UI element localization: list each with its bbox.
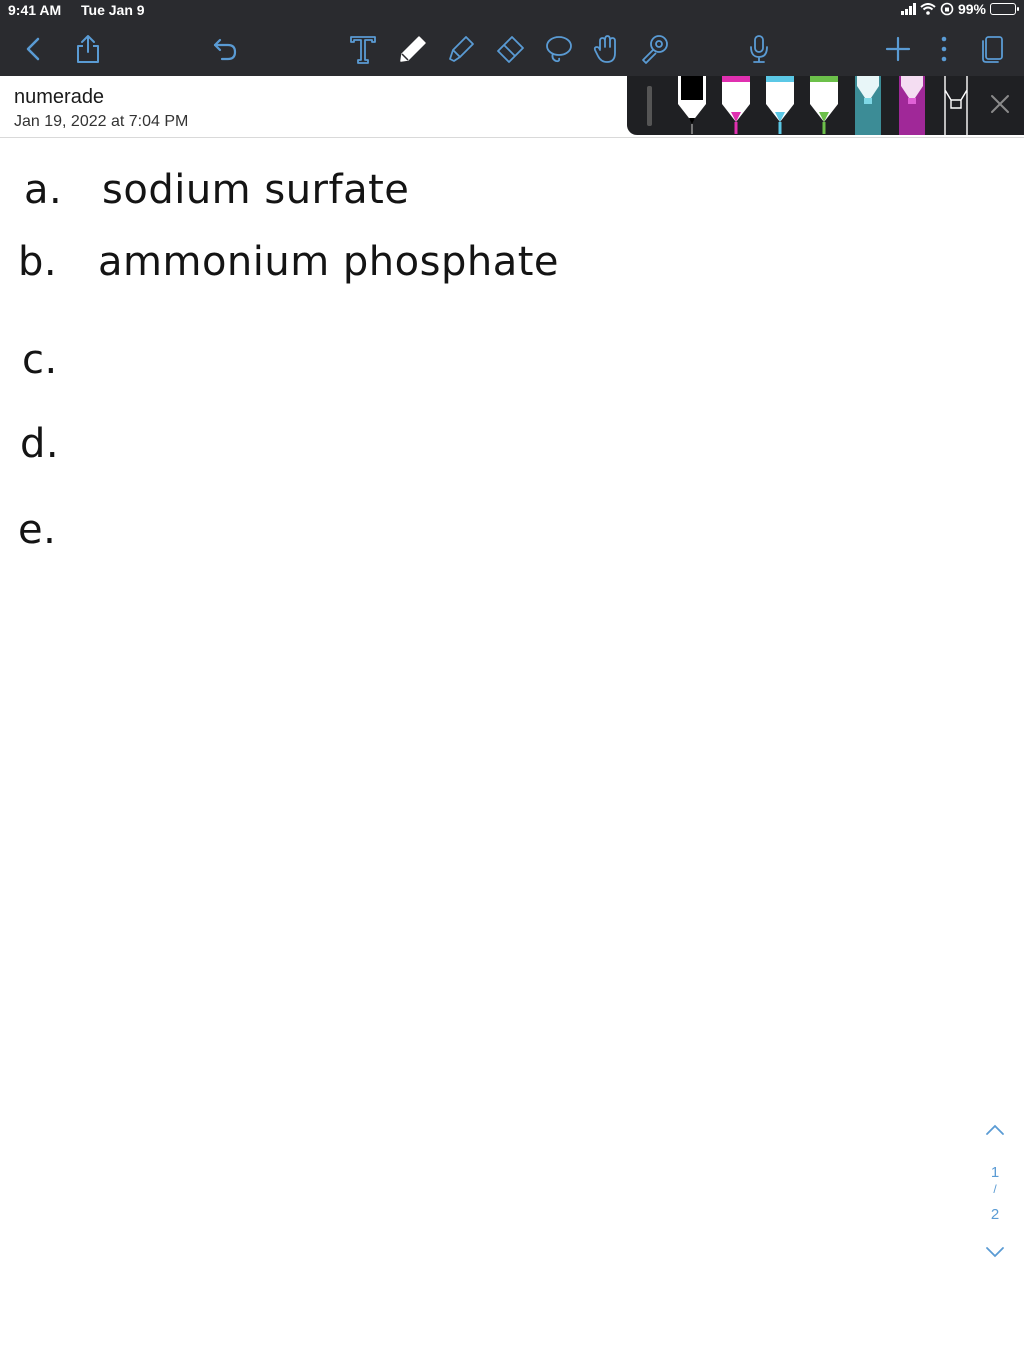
purple-highlighter[interactable]: [897, 76, 927, 140]
sky-pen[interactable]: [763, 76, 797, 139]
microphone-button[interactable]: [744, 30, 774, 68]
note-line-b: b. ammonium phosphate: [18, 239, 559, 285]
note-line-d: d.: [20, 421, 59, 467]
previous-page-button[interactable]: [983, 1120, 1007, 1144]
note-line-e: e.: [18, 507, 56, 553]
back-button[interactable]: [18, 30, 48, 68]
pages-button[interactable]: [976, 30, 1008, 68]
note-label: b.: [18, 239, 58, 285]
chevron-up-icon: [986, 1124, 1004, 1135]
close-palette-button[interactable]: [989, 93, 1011, 120]
note-label: d.: [20, 421, 60, 467]
text-tool-button[interactable]: [346, 30, 380, 68]
share-button[interactable]: [72, 30, 104, 68]
signal-icon: [900, 3, 916, 15]
note-line-c: c.: [22, 337, 58, 383]
next-page-button[interactable]: [983, 1242, 1007, 1266]
note-canvas[interactable]: a. sodium surfate b. ammonium phosphate c.…: [0, 139, 1024, 1364]
note-label: a.: [24, 167, 63, 213]
hand-tool-button[interactable]: [590, 30, 624, 68]
undo-icon: [213, 38, 237, 61]
battery-percent: 99%: [957, 1, 986, 17]
hand-tool-icon: [593, 35, 616, 63]
status-date: Tue Jan 9: [81, 2, 145, 18]
highlighter-tool-button[interactable]: [444, 30, 478, 68]
highlighter-icon: [449, 36, 474, 62]
magenta-pen[interactable]: [719, 76, 753, 139]
note-line-a: a. sodium surfate: [24, 167, 409, 213]
teal-highlighter[interactable]: [853, 76, 883, 140]
lasso-tool-button[interactable]: [542, 30, 576, 68]
add-page-button[interactable]: [882, 30, 914, 68]
goodnotes-app: 9:41 AM Tue Jan 9 99% numerade Jan 19, 2…: [0, 0, 1024, 1364]
page-separator: /: [993, 1182, 997, 1196]
more-icon: [941, 36, 947, 62]
note-text: sodium surfate: [102, 167, 410, 213]
battery-icon: [990, 3, 1019, 15]
status-time: 9:41 AM: [8, 2, 62, 18]
pages-icon: [982, 36, 1003, 63]
chevron-down-icon: [986, 1247, 1004, 1258]
share-icon: [77, 35, 99, 63]
note-label: c.: [22, 337, 58, 383]
undo-button[interactable]: [208, 30, 242, 68]
laser-pointer-icon: [642, 35, 668, 64]
green-pen[interactable]: [807, 76, 841, 139]
close-icon: [991, 95, 1009, 113]
top-toolbar: 9:41 AM Tue Jan 9 99%: [0, 0, 1024, 76]
add-page-icon: [885, 36, 911, 62]
status-bar: 9:41 AM Tue Jan 9 99%: [0, 0, 1024, 22]
more-button[interactable]: [932, 30, 956, 68]
pen-icon: [400, 36, 426, 62]
document-title[interactable]: numerade: [14, 86, 104, 109]
document-date: Jan 19, 2022 at 7:04 PM: [14, 113, 189, 130]
orientation-lock-icon: [940, 2, 954, 16]
status-indicators: 99%: [900, 1, 1019, 17]
thin-pen[interactable]: [643, 76, 657, 131]
lasso-icon: [546, 36, 572, 63]
pen-tool-button[interactable]: [396, 30, 430, 68]
note-text: ammonium phosphate: [98, 239, 560, 285]
back-icon: [26, 37, 40, 61]
outline-highlighter[interactable]: [941, 76, 971, 140]
laser-pointer-button[interactable]: [638, 30, 672, 68]
black-pen[interactable]: [675, 76, 709, 139]
wifi-icon: [920, 3, 936, 15]
eraser-tool-button[interactable]: [493, 30, 527, 68]
note-label: e.: [18, 507, 57, 553]
eraser-icon: [497, 36, 524, 63]
microphone-icon: [750, 35, 768, 63]
page-navigator: 1 / 2: [979, 1120, 1011, 1270]
text-tool-icon: [350, 36, 376, 64]
pen-palette: [627, 76, 1024, 135]
total-pages: 2: [990, 1206, 1000, 1223]
current-page-number: 1: [990, 1164, 1000, 1181]
